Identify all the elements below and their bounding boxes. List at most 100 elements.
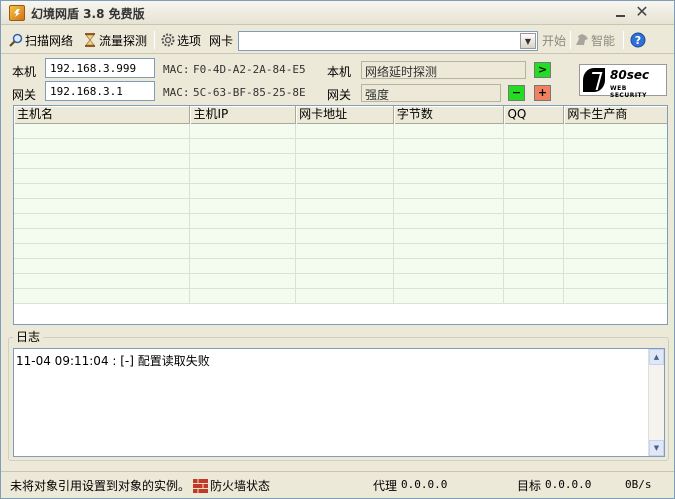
table-cell [394,259,505,274]
strength-field: 强度 [361,84,501,102]
table-cell [564,184,667,199]
right-gateway-label: 网关 [327,88,352,102]
chevron-down-icon[interactable]: ▼ [520,33,536,49]
table-cell [394,124,505,139]
column-header[interactable]: 主机IP [190,106,297,124]
table-cell [190,244,297,259]
gateway-ip-field[interactable]: 192.168.3.1 [45,81,155,101]
table-cell [504,184,565,199]
table-cell [504,289,565,304]
toolbar-separator [623,31,624,49]
table-row[interactable] [14,124,667,139]
table-cell [564,199,667,214]
table-cell [564,289,667,304]
table-cell [564,124,667,139]
table-cell [564,229,667,244]
table-cell [564,274,667,289]
hourglass-icon [83,33,97,47]
scroll-up-icon[interactable]: ▲ [649,349,664,365]
table-cell [296,214,394,229]
nic-select[interactable]: ▼ [238,31,538,51]
column-header[interactable]: 主机名 [14,106,191,124]
table-row[interactable] [14,259,667,274]
table-cell [504,214,565,229]
table-row[interactable] [14,139,667,154]
column-header[interactable]: 字节数 [394,106,505,124]
table-cell [14,139,191,154]
table-cell [296,229,394,244]
table-body [14,124,667,304]
smart-button[interactable]: 智能 [575,31,615,49]
table-cell [296,124,394,139]
table-row[interactable] [14,184,667,199]
magnifier-icon [9,33,23,47]
column-header[interactable]: 网卡生产商 [564,106,667,124]
log-scrollbar[interactable]: ▲ ▼ [648,349,664,456]
gateway-mac-value: 5C-63-BF-85-25-8E [193,86,306,99]
table-cell [394,139,505,154]
table-cell [14,229,191,244]
traffic-probe-label: 流量探测 [99,33,148,48]
log-box[interactable]: 11-04 09:11:04 : [-] 配置读取失败 ▲ ▼ [13,348,665,457]
table-cell [394,184,505,199]
target-label: 目标 [517,479,542,493]
rate-value: 0B/s [625,478,652,491]
table-cell [504,124,565,139]
table-row[interactable] [14,199,667,214]
status-bar: 未将对象引用设置到对象的实例。 防火墙状态 代理 0.0.0.0 目标 0.0.… [1,471,674,498]
firewall-status[interactable]: 防火墙状态 [193,477,270,494]
scroll-down-icon[interactable]: ▼ [649,440,664,456]
table-cell [296,154,394,169]
table-row[interactable] [14,289,667,304]
table-cell [504,199,565,214]
host-table[interactable]: 主机名 主机IP 网卡地址 字节数 QQ 网卡生产商 [13,105,668,325]
local-mac-label: MAC: [163,63,190,76]
firewall-label: 防火墙状态 [210,479,271,493]
table-cell [190,259,297,274]
increase-strength-button[interactable]: + [534,85,551,101]
table-row[interactable] [14,169,667,184]
options-button[interactable]: 选项 [161,31,201,49]
target-value: 0.0.0.0 [545,478,592,491]
table-cell [564,139,667,154]
column-header[interactable]: 网卡地址 [296,106,394,124]
table-cell [394,274,505,289]
table-cell [296,259,394,274]
go-button[interactable]: > [534,62,551,78]
scan-network-button[interactable]: 扫描网络 [9,31,73,49]
table-cell [564,154,667,169]
table-cell [14,259,191,274]
local-label: 本机 [12,65,37,79]
local-ip-field[interactable]: 192.168.3.999 [45,58,155,78]
table-row[interactable] [14,244,667,259]
table-cell [190,184,297,199]
table-row[interactable] [14,154,667,169]
table-cell [190,214,297,229]
table-cell [296,199,394,214]
table-cell [296,139,394,154]
table-cell [296,184,394,199]
table-cell [14,199,191,214]
close-button[interactable]: ✕ [635,4,649,20]
table-cell [14,169,191,184]
proxy-value: 0.0.0.0 [401,478,448,491]
table-cell [564,259,667,274]
table-cell [14,184,191,199]
table-cell [14,244,191,259]
table-row[interactable] [14,229,667,244]
decrease-strength-button[interactable]: − [508,85,525,101]
minimize-button[interactable] [614,5,628,19]
table-row[interactable] [14,214,667,229]
traffic-probe-button[interactable]: 流量探测 [83,31,147,49]
table-cell [394,289,505,304]
gear-icon [161,33,175,47]
column-header[interactable]: QQ [504,106,565,124]
title-bar[interactable]: 幻境网盾 3.8 免费版 ✕ [1,1,674,25]
table-cell [190,289,297,304]
svg-text:?: ? [635,34,641,47]
start-button[interactable]: 开始 [542,31,566,49]
table-cell [564,214,667,229]
table-cell [394,169,505,184]
help-button[interactable]: ? [630,31,648,49]
table-row[interactable] [14,274,667,289]
